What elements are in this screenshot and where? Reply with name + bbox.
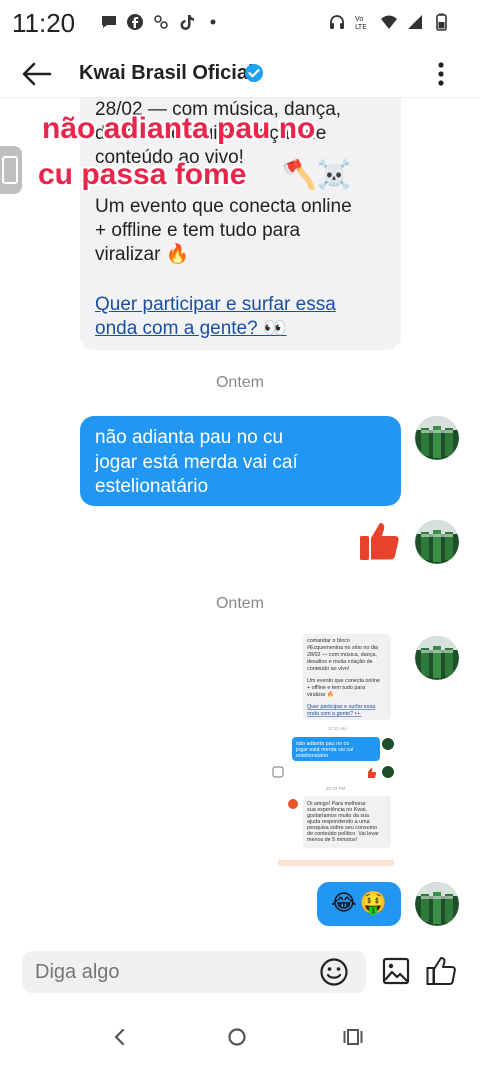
floating-window-icon — [2, 156, 18, 184]
emoji-icon[interactable] — [319, 957, 349, 987]
thumbs-up-outline-icon[interactable] — [425, 955, 457, 987]
shot-text: comandar o bloco — [307, 638, 350, 644]
shot-text: viralizar 🔥 — [307, 691, 334, 698]
avatar[interactable] — [415, 520, 459, 564]
system-nav-bar — [0, 1010, 480, 1066]
message-input[interactable] — [35, 960, 305, 984]
shot-text: estelionatário — [296, 753, 328, 759]
outgoing-message-line: não adianta pau no cu — [95, 427, 284, 448]
outgoing-message-line: estelionatário — [95, 476, 209, 497]
shot-text: + offline e tem tudo para — [307, 685, 365, 691]
thumbs-up-icon — [360, 523, 399, 560]
nav-recent-apps-icon[interactable] — [343, 1027, 363, 1047]
date-separator: Ontem — [215, 595, 264, 612]
shot-text: #Ecquemenina no sítio no dia — [307, 645, 378, 651]
screenshot-image-message[interactable]: comandar o bloco #Ecquemenina no sítio n… — [270, 630, 402, 868]
side-floating-button[interactable] — [0, 146, 22, 194]
dot-icon — [210, 19, 216, 25]
avatar[interactable] — [415, 416, 459, 460]
shot-text: 28/02 — com música, dança, — [307, 652, 377, 658]
wifi-icon — [381, 15, 397, 29]
shot-text: Quer participar e surfar essa — [307, 704, 375, 710]
shot-text: menos de 5 minutos! — [307, 837, 358, 843]
image-icon[interactable] — [382, 957, 410, 985]
back-arrow-icon[interactable] — [20, 58, 54, 90]
overlay-text-line-1: não adianta pau no — [42, 112, 316, 145]
verified-badge-icon — [245, 64, 263, 82]
status-time: 11:20 — [12, 8, 76, 38]
message-composer — [22, 951, 366, 993]
overlay-text-line-2: cu passa fome — [38, 158, 247, 191]
avatar[interactable] — [415, 882, 459, 926]
status-bar: 11:20 Vo LTE — [0, 0, 480, 50]
chat-title[interactable]: Kwai Brasil Oficial — [79, 62, 254, 85]
more-options-icon[interactable] — [430, 58, 452, 90]
svg-text:LTE: LTE — [355, 23, 367, 31]
notification-icons — [100, 13, 222, 31]
shot-text: desafios e muita criação de — [307, 659, 373, 665]
avatar[interactable] — [415, 636, 459, 680]
shot-text: onda com a gente? 👀 — [307, 710, 362, 717]
message-link-line[interactable]: onda com a gente? 👀 — [95, 317, 336, 341]
chat-bubble-icon — [102, 16, 116, 28]
nav-back-icon[interactable] — [110, 1027, 130, 1047]
tiktok-icon — [180, 15, 194, 30]
outgoing-message-line: jogar está merda vai caí — [95, 451, 298, 473]
shot-text: conteúdo ao vivo! — [307, 666, 350, 672]
incoming-message-line: viralizar 🔥 — [95, 244, 190, 265]
incoming-message-line: + offline e tem tudo para — [95, 220, 301, 241]
nav-home-icon[interactable] — [227, 1027, 247, 1047]
facebook-icon — [127, 14, 143, 30]
shot-text: Um evento que conecta online — [307, 678, 380, 684]
shot-text: 20:33 PM — [326, 786, 346, 791]
message-link-line[interactable]: Quer participar e surfar essa — [95, 293, 336, 317]
signal-icon — [408, 15, 422, 29]
battery-icon — [436, 13, 447, 31]
headphones-icon — [330, 15, 344, 29]
incoming-message-line: Um evento que conecta online — [95, 196, 352, 217]
shot-text: 17:21 Alo — [328, 726, 347, 731]
chat-header: Kwai Brasil Oficial — [0, 50, 480, 98]
message-link[interactable]: Quer participar e surfar essa onda com a… — [95, 293, 336, 341]
outgoing-message-text: não adianta pau no cu jogar está merda v… — [95, 426, 298, 500]
volte-icon: VoLTE — [355, 15, 367, 31]
app-icon — [154, 15, 168, 29]
date-separator: Ontem — [215, 374, 264, 391]
system-icons: Vo LTE — [328, 13, 450, 31]
emoji-message-text: 😂🤑 — [331, 890, 391, 915]
overlay-emojis: 🪓☠️ — [282, 159, 352, 190]
svg-text:Vo: Vo — [355, 15, 364, 23]
